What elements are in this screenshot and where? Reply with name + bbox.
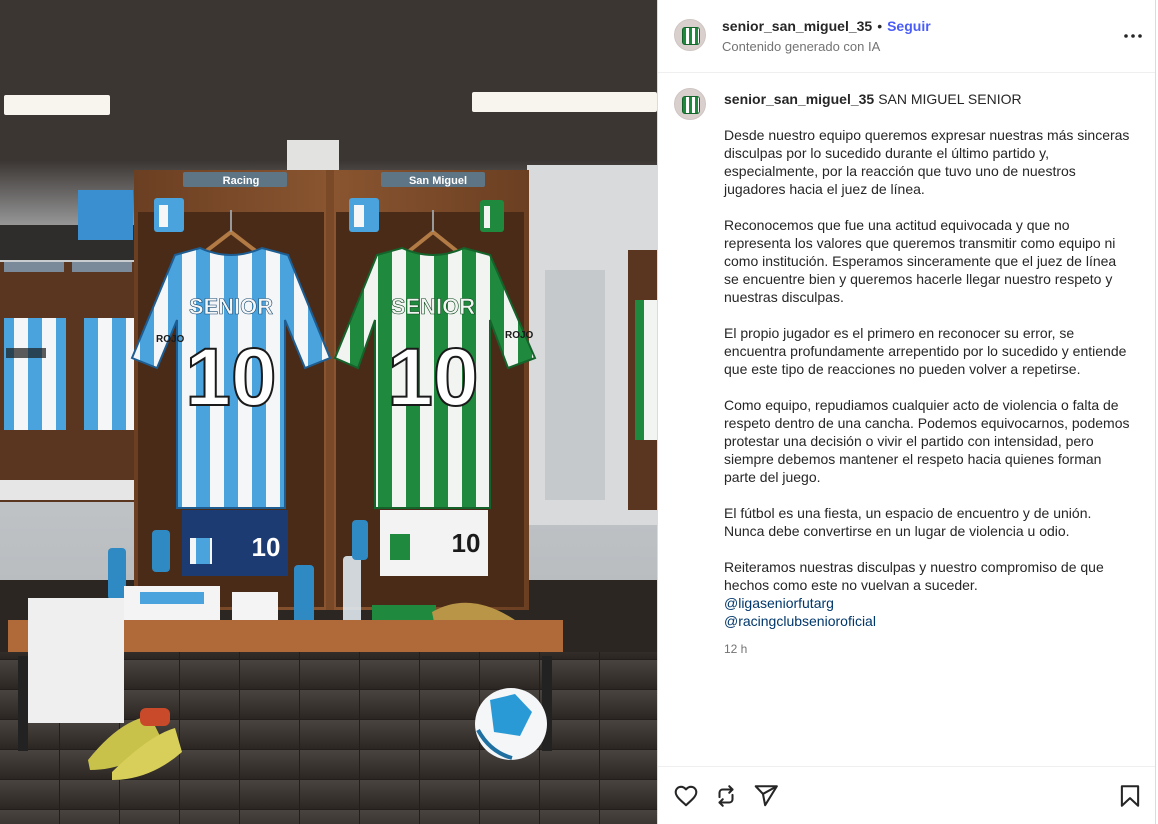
shorts-number-right: 10 xyxy=(452,528,481,558)
author-avatar[interactable] xyxy=(674,19,706,51)
club-crest-icon xyxy=(682,96,700,114)
repost-button[interactable] xyxy=(713,783,739,809)
jersey-name-right: SENIOR xyxy=(391,294,475,319)
more-icon xyxy=(1124,34,1142,38)
share-button[interactable] xyxy=(753,783,779,809)
send-icon xyxy=(754,785,778,807)
jersey-number-right: 10 xyxy=(387,332,478,423)
save-button[interactable] xyxy=(1117,783,1143,809)
caption-paragraph: Como equipo, repudiamos cualquier acto d… xyxy=(724,397,1130,485)
locker-label-racing: Racing xyxy=(223,175,260,187)
author-username[interactable]: senior_san_miguel_35 xyxy=(722,18,872,34)
author-line: senior_san_miguel_35 • Seguir xyxy=(722,18,931,34)
caption-avatar[interactable] xyxy=(674,88,706,120)
caption-paragraph: Reconocemos que fue una actitud equivoca… xyxy=(724,217,1117,305)
separator-dot: • xyxy=(877,18,883,34)
sponsor-right: ROJO xyxy=(505,330,534,341)
sponsor-left: ROJO xyxy=(156,334,185,345)
caption-headline: SAN MIGUEL SENIOR xyxy=(878,91,1022,107)
post-timestamp[interactable]: 12 h xyxy=(724,640,1134,658)
heart-icon xyxy=(674,785,698,807)
mention-link[interactable]: @ligaseniorfutarg xyxy=(724,594,1134,612)
like-button[interactable] xyxy=(673,783,699,809)
more-options-button[interactable] xyxy=(1121,24,1145,48)
post-caption: senior_san_miguel_35 SAN MIGUEL SENIOR De… xyxy=(724,90,1134,658)
post-panel: senior_san_miguel_35 • Seguir Contenido ge… xyxy=(657,0,1156,824)
ai-content-label[interactable]: Contenido generado con IA xyxy=(722,39,880,54)
caption-paragraph: Reiteramos nuestras disculpas y nuestro … xyxy=(724,559,1104,593)
caption-username[interactable]: senior_san_miguel_35 xyxy=(724,91,874,107)
caption-paragraph: El propio jugador es el primero en recon… xyxy=(724,325,1127,377)
mention-link[interactable]: @racingclubsenioroficial xyxy=(724,612,1134,630)
repost-icon xyxy=(718,785,734,807)
jersey-name-left: SENIOR xyxy=(189,294,273,319)
post-header: senior_san_miguel_35 • Seguir Contenido ge… xyxy=(658,0,1155,73)
follow-button[interactable]: Seguir xyxy=(887,18,931,34)
action-bar xyxy=(658,766,1155,824)
post-image[interactable]: Racing San Miguel SENIOR 10 ROJO SENIOR … xyxy=(0,0,657,824)
shorts-number-left: 10 xyxy=(252,532,281,562)
caption-area: senior_san_miguel_35 SAN MIGUEL SENIOR De… xyxy=(658,73,1155,766)
caption-paragraph: El fútbol es una fiesta, un espacio de e… xyxy=(724,505,1092,539)
jersey-number-left: 10 xyxy=(185,332,276,423)
club-crest-icon xyxy=(682,27,700,45)
caption-paragraph: Desde nuestro equipo queremos expresar n… xyxy=(724,127,1130,197)
locker-label-san-miguel: San Miguel xyxy=(409,175,467,187)
bookmark-icon xyxy=(1120,785,1140,807)
